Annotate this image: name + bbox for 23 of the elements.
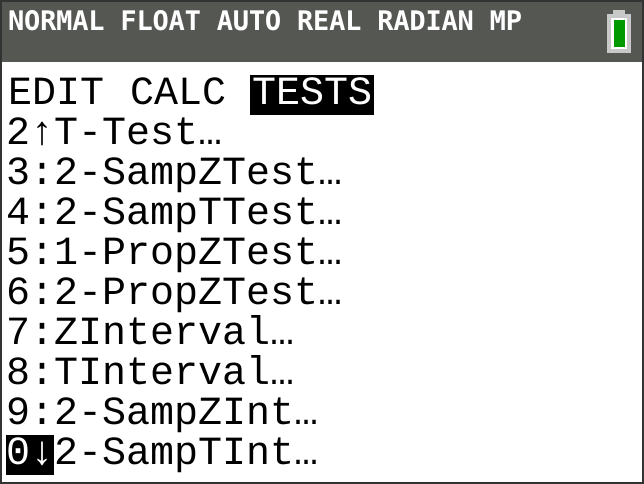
battery-icon xyxy=(606,10,632,54)
item-number[interactable]: 0↓ xyxy=(6,435,54,475)
menu-item[interactable]: T-Test… xyxy=(54,115,222,155)
menu-tab[interactable]: TESTS xyxy=(250,75,374,115)
menu-item[interactable]: TInterval… xyxy=(54,355,294,395)
menu-item[interactable]: 2-SampZInt… xyxy=(54,395,318,435)
item-number[interactable]: 6: xyxy=(6,275,54,315)
menu-item[interactable]: 2-SampTInt… xyxy=(54,435,318,475)
menu-item[interactable]: 2-PropZTest… xyxy=(54,275,342,315)
menu-tab[interactable]: EDIT xyxy=(6,75,106,115)
menu-item[interactable]: 2-SampZTest… xyxy=(54,155,342,195)
item-number[interactable]: 2↑ xyxy=(6,115,54,155)
status-modes: NORMAL FLOAT AUTO REAL RADIAN MP xyxy=(8,6,522,38)
item-number[interactable]: 5: xyxy=(6,235,54,275)
item-number[interactable]: 9: xyxy=(6,395,54,435)
item-number[interactable]: 8: xyxy=(6,355,54,395)
menu-item[interactable]: ZInterval… xyxy=(54,315,294,355)
item-number[interactable]: 7: xyxy=(6,315,54,355)
menu-tab[interactable]: CALC xyxy=(128,75,228,115)
menu-item[interactable]: 1-PropZTest… xyxy=(54,235,342,275)
item-number[interactable]: 4: xyxy=(6,195,54,235)
item-number[interactable]: 3: xyxy=(6,155,54,195)
menu-item[interactable]: 2-SampTTest… xyxy=(54,195,342,235)
